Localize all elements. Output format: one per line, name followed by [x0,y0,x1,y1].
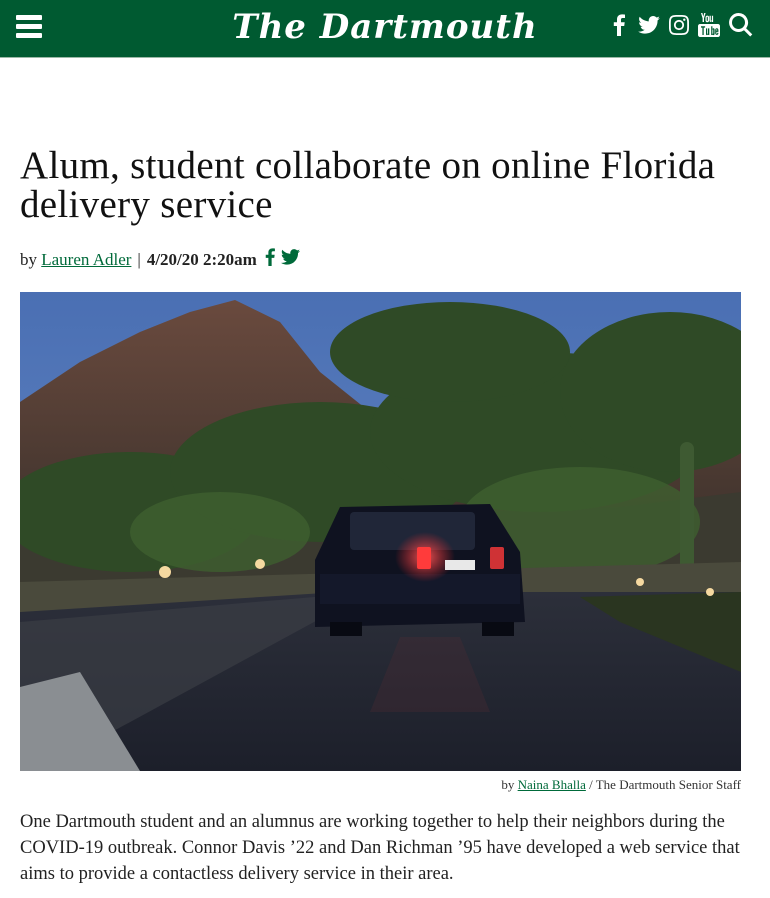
article-byline: by Lauren Adler | 4/20/20 2:20am [20,248,300,271]
article-body-paragraph: One Dartmouth student and an alumnus are… [20,812,740,884]
photographer-link[interactable]: Naina Bhalla [518,777,586,792]
share-facebook-icon[interactable] [265,248,275,271]
article-photo [20,292,741,771]
site-logo-text[interactable]: The Dartmouth [232,7,537,47]
credit-suffix: / The Dartmouth Senior Staff [589,777,741,792]
share-twitter-icon[interactable] [280,249,300,270]
share-links [265,248,300,271]
byline-prefix: by [20,249,37,269]
search-icon[interactable] [728,11,754,39]
publish-date: 4/20/20 2:20am [146,249,257,269]
article-headline: Alum, student collaborate on online Flor… [20,144,716,226]
byline-separator: | [137,249,141,269]
photo-credit: by Naina Bhalla / The Dartmouth Senior S… [501,777,741,793]
social-links [608,11,754,39]
instagram-icon[interactable] [668,11,690,39]
top-navigation-bar: The Dartmouth [0,0,770,58]
author-link[interactable]: Lauren Adler [41,250,131,270]
hamburger-menu-icon[interactable] [16,15,42,41]
facebook-icon[interactable] [608,11,630,39]
youtube-icon[interactable] [698,11,720,39]
twitter-icon[interactable] [638,11,660,39]
credit-prefix: by [501,777,515,792]
